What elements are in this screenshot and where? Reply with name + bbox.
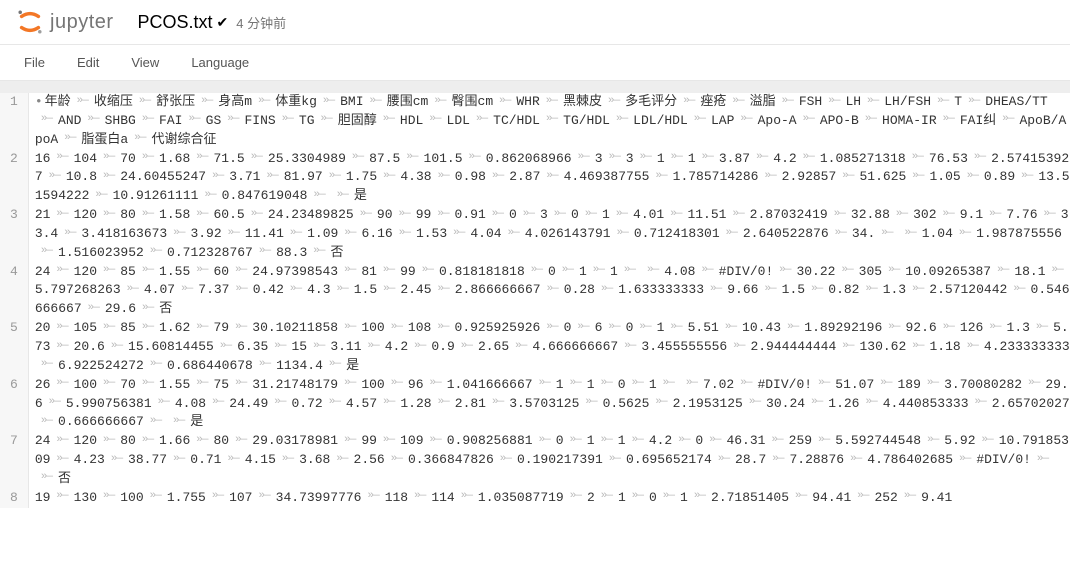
line-number: 3 [10, 206, 18, 225]
menu-language[interactable]: Language [175, 49, 265, 76]
line-number: 1 [10, 93, 18, 112]
last-saved-timestamp: 4 分钟前 [236, 13, 286, 32]
jupyter-logo[interactable]: jupyter [16, 8, 114, 36]
jupyter-logo-text: jupyter [50, 11, 114, 34]
line-number: 2 [10, 150, 18, 169]
menubar: File Edit View Language [0, 45, 1070, 81]
menu-edit[interactable]: Edit [61, 49, 115, 76]
code-line[interactable]: 24»—120»—80»—1.66»—80»—29.03178981»—99»—… [35, 432, 1070, 489]
text-editor[interactable]: 1 2 3 4 5 6 7 8 •年龄»—收缩压»—舒张压»—身高m»—体重kg… [0, 93, 1070, 508]
line-number: 4 [10, 263, 18, 282]
code-content[interactable]: •年龄»—收缩压»—舒张压»—身高m»—体重kg»—BMI»—腰围cm»—臀围c… [29, 93, 1070, 508]
filename[interactable]: PCOS.txt [138, 12, 213, 33]
code-line[interactable]: •年龄»—收缩压»—舒张压»—身高m»—体重kg»—BMI»—腰围cm»—臀围c… [35, 93, 1070, 150]
code-line[interactable]: 16»—104»—70»—1.68»—71.5»—25.3304989»—87.… [35, 150, 1070, 207]
line-number: 6 [10, 376, 18, 395]
saved-checkmark-icon: ✔ [217, 14, 229, 31]
line-number: 5 [10, 319, 18, 338]
header: jupyter PCOS.txt ✔ 4 分钟前 [0, 0, 1070, 45]
menu-file[interactable]: File [8, 49, 61, 76]
code-line[interactable]: 20»—105»—85»—1.62»—79»—30.10211858»—100»… [35, 319, 1070, 376]
line-number: 8 [10, 489, 18, 508]
jupyter-logo-icon [16, 8, 44, 36]
line-number: 7 [10, 432, 18, 451]
code-line[interactable]: 24»—120»—85»—1.55»—60»—24.97398543»—81»—… [35, 263, 1070, 320]
code-line[interactable]: 19»—130»—100»—1.755»—107»—34.73997776»—1… [35, 489, 1070, 508]
menu-view[interactable]: View [115, 49, 175, 76]
toolbar-spacer [0, 81, 1070, 93]
code-line[interactable]: 21»—120»—80»—1.58»—60.5»—24.23489825»—90… [35, 206, 1070, 263]
code-line[interactable]: 26»—100»—70»—1.55»—75»—31.21748179»—100»… [35, 376, 1070, 433]
line-number-gutter: 1 2 3 4 5 6 7 8 [0, 93, 29, 508]
